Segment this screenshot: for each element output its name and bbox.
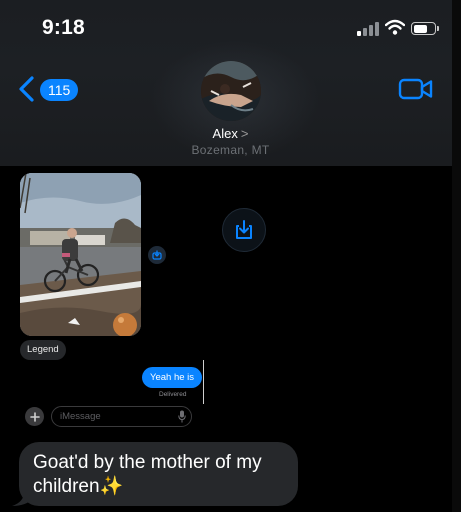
back-button-unread-count[interactable]: 115 xyxy=(40,79,79,101)
preview-message-text: Goat'd by the mother of my children✨ xyxy=(33,452,262,497)
bubble-tail xyxy=(12,492,34,506)
chevron-left-icon[interactable] xyxy=(18,76,36,102)
avatar-photo xyxy=(201,61,261,121)
bike-photo xyxy=(20,173,141,336)
text-cursor xyxy=(203,360,204,404)
contact-chevron-icon: > xyxy=(240,126,249,141)
tapback-icon[interactable] xyxy=(148,246,166,264)
battery-tip xyxy=(437,26,439,31)
save-download-icon[interactable] xyxy=(222,208,266,252)
plus-icon[interactable] xyxy=(25,407,44,426)
battery-icon xyxy=(411,22,436,35)
wifi-icon xyxy=(385,19,405,35)
contact-avatar[interactable] xyxy=(201,61,261,121)
contact-location: Bozeman, MT xyxy=(191,143,270,157)
status-time: 9:18 xyxy=(42,16,85,39)
imessage-input[interactable]: iMessage xyxy=(51,406,192,427)
screen-edge xyxy=(452,0,461,512)
delivery-status: Delivered xyxy=(159,391,187,398)
cellular-signal-icon xyxy=(357,22,379,36)
received-reply-bubble[interactable]: Legend xyxy=(20,340,66,360)
microphone-icon[interactable] xyxy=(178,410,186,423)
photo-message[interactable] xyxy=(20,173,141,336)
sent-reply-bubble[interactable]: Yeah he is xyxy=(142,367,203,388)
contact-name-text[interactable]: Alex xyxy=(213,126,238,141)
contact-name[interactable]: Alex > xyxy=(0,126,461,141)
video-camera-icon[interactable] xyxy=(398,78,434,100)
imessage-placeholder: iMessage xyxy=(60,411,101,422)
